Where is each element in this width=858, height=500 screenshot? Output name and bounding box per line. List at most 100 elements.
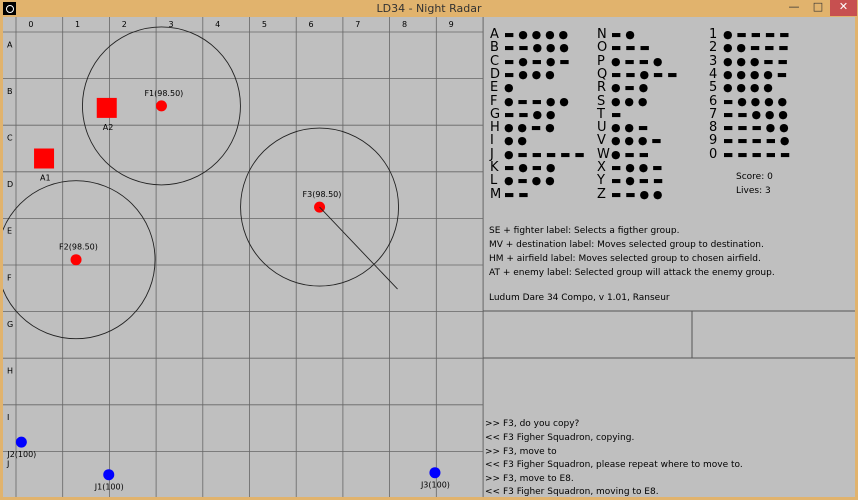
morse-signal-c: ▬ ● ▬ ● ▬ — [504, 54, 570, 68]
row-label: I — [7, 413, 9, 422]
row-label: C — [7, 134, 13, 143]
lives-label: Lives: 3 — [736, 186, 771, 196]
morse-key-v: V — [597, 133, 606, 149]
morse-key-y: Y — [597, 173, 605, 189]
fighter-dot — [155, 100, 167, 112]
morse-key-z: Z — [597, 186, 606, 202]
morse-signal-o: ▬ ▬ ▬ — [611, 41, 650, 55]
morse-signal-q: ▬ ▬ ● ▬ ▬ — [611, 67, 678, 81]
morse-signal-u: ● ● ▬ — [611, 121, 649, 135]
title-bar: LD34 - Night Radar — □ ✕ — [0, 0, 858, 17]
unit-label: F1(98.50) — [144, 89, 183, 98]
column-label: 4 — [215, 20, 220, 29]
radio-log-line: >> F3, move to E8. — [485, 474, 574, 484]
morse-key-o: O — [597, 40, 608, 56]
row-label: B — [7, 87, 13, 96]
morse-signal-j: ● ▬ ▬ ▬ ▬ ▬ — [504, 147, 585, 161]
morse-signal-p: ● ▬ ▬ ● — [611, 54, 663, 68]
maximize-button[interactable]: □ — [806, 0, 830, 16]
morse-key-l: L — [490, 173, 498, 189]
column-label: 0 — [28, 20, 33, 29]
morse-key-f: F — [490, 93, 498, 109]
morse-signal-l: ● ▬ ● ● — [504, 174, 555, 188]
morse-signal-g: ▬ ▬ ● ● — [504, 107, 556, 121]
radio-log-line: << F3 Figher Squadron, copying. — [485, 433, 635, 443]
morse-key-s: S — [597, 93, 606, 109]
row-label: E — [7, 227, 12, 236]
morse-key-e: E — [490, 80, 499, 96]
row-label: J — [6, 460, 9, 469]
morse-key-9: 9 — [709, 133, 718, 149]
row-label: H — [7, 367, 13, 376]
morse-signal-m: ▬ ▬ — [504, 187, 529, 201]
morse-signal-4: ● ● ● ● ▬ — [723, 67, 788, 81]
score-label: Score: 0 — [736, 172, 773, 182]
morse-signal-9: ▬ ▬ ▬ ▬ ● — [723, 134, 790, 148]
help-line: MV + destination label: Moves selected g… — [489, 240, 764, 250]
airfield-square — [34, 148, 55, 169]
row-label: A — [7, 40, 13, 49]
morse-signal-a: ▬ ● ● ● ● — [504, 28, 569, 41]
morse-signal-1: ● ▬ ▬ ▬ ▬ — [723, 28, 790, 41]
morse-key-5: 5 — [709, 80, 718, 96]
column-label: 7 — [355, 20, 360, 29]
morse-signal-i: ● ● — [504, 134, 528, 148]
morse-signal-6: ▬ ● ● ● ● — [723, 94, 788, 108]
help-line: SE + fighter label: Selects a figther gr… — [489, 226, 680, 236]
morse-signal-3: ● ● ● ▬ ▬ — [723, 54, 788, 68]
morse-signal-w: ● ▬ ▬ — [611, 147, 650, 161]
unit-label: J1(100) — [94, 483, 124, 492]
morse-signal-e: ● — [504, 81, 514, 95]
morse-signal-r: ● ▬ ● — [611, 81, 649, 95]
morse-signal-h: ● ● ▬ ● — [504, 121, 555, 135]
radio-log-line: >> F3, do you copy? — [485, 419, 580, 429]
morse-signal-z: ▬ ▬ ● ● — [611, 187, 663, 201]
row-label: F — [7, 273, 12, 282]
help-line: HM + airfield label: Moves selected grou… — [489, 254, 761, 264]
morse-key-r: R — [597, 80, 607, 96]
morse-key-m: M — [490, 186, 502, 202]
unit-label: A2 — [103, 123, 114, 132]
minimize-button[interactable]: — — [782, 0, 806, 16]
morse-signal-n: ▬ ● — [611, 28, 635, 41]
radar-map[interactable]: 0123456789 ABCDEFGHIJ F1(98.50)F2(98.50)… — [3, 17, 483, 497]
help-line: AT + enemy label: Selected group will at… — [489, 268, 775, 278]
column-label: 2 — [122, 20, 127, 29]
radio-log-line: >> F3, move to — [485, 447, 557, 457]
morse-key-2: 2 — [709, 40, 718, 56]
unit-label: J3(100) — [420, 481, 450, 490]
column-label: 9 — [449, 20, 454, 29]
morse-signal-s: ● ● ● — [611, 94, 648, 108]
morse-key-i: I — [490, 133, 494, 149]
row-label: D — [7, 180, 13, 189]
morse-signal-t: ▬ — [611, 107, 622, 121]
morse-signal-d: ▬ ● ● ● — [504, 67, 555, 81]
morse-key-b: B — [490, 40, 499, 56]
morse-key-0: 0 — [709, 146, 718, 162]
credits-text: Ludum Dare 34 Compo, v 1.01, Ranseur — [489, 293, 670, 303]
radio-log-line: << F3 Figher Squadron, please repeat whe… — [485, 460, 743, 470]
morse-signal-f: ● ▬ ▬ ● ● — [504, 94, 569, 108]
morse-signal-8: ▬ ▬ ▬ ● ● — [723, 121, 789, 135]
column-label: 6 — [309, 20, 314, 29]
row-label: G — [7, 320, 13, 329]
radio-log-line: << F3 Figher Squadron, moving to E8. — [485, 487, 659, 497]
morse-signal-b: ▬ ▬ ● ● ● — [504, 41, 569, 55]
morse-signal-7: ▬ ▬ ● ● ● — [723, 107, 788, 121]
airfield-square — [96, 97, 117, 118]
unit-label: F2(98.50) — [59, 243, 98, 252]
morse-signal-5: ● ● ● ● — [723, 81, 773, 95]
column-label: 8 — [402, 20, 407, 29]
unit-label: F3(98.50) — [303, 190, 342, 199]
morse-signal-2: ● ● ▬ ▬ ▬ — [723, 41, 789, 55]
close-button[interactable]: ✕ — [830, 0, 857, 16]
morse-signal-0: ▬ ▬ ▬ ▬ ▬ — [723, 147, 791, 161]
column-label: 1 — [75, 20, 80, 29]
column-label: 5 — [262, 20, 267, 29]
morse-signal-x: ▬ ● ● ▬ — [611, 161, 663, 174]
enemy-dot — [103, 469, 115, 481]
morse-signal-k: ▬ ● ▬ ● — [504, 161, 556, 174]
enemy-dot — [15, 436, 27, 448]
morse-signal-v: ● ● ● ▬ — [611, 134, 662, 148]
unit-label: A1 — [40, 174, 51, 183]
